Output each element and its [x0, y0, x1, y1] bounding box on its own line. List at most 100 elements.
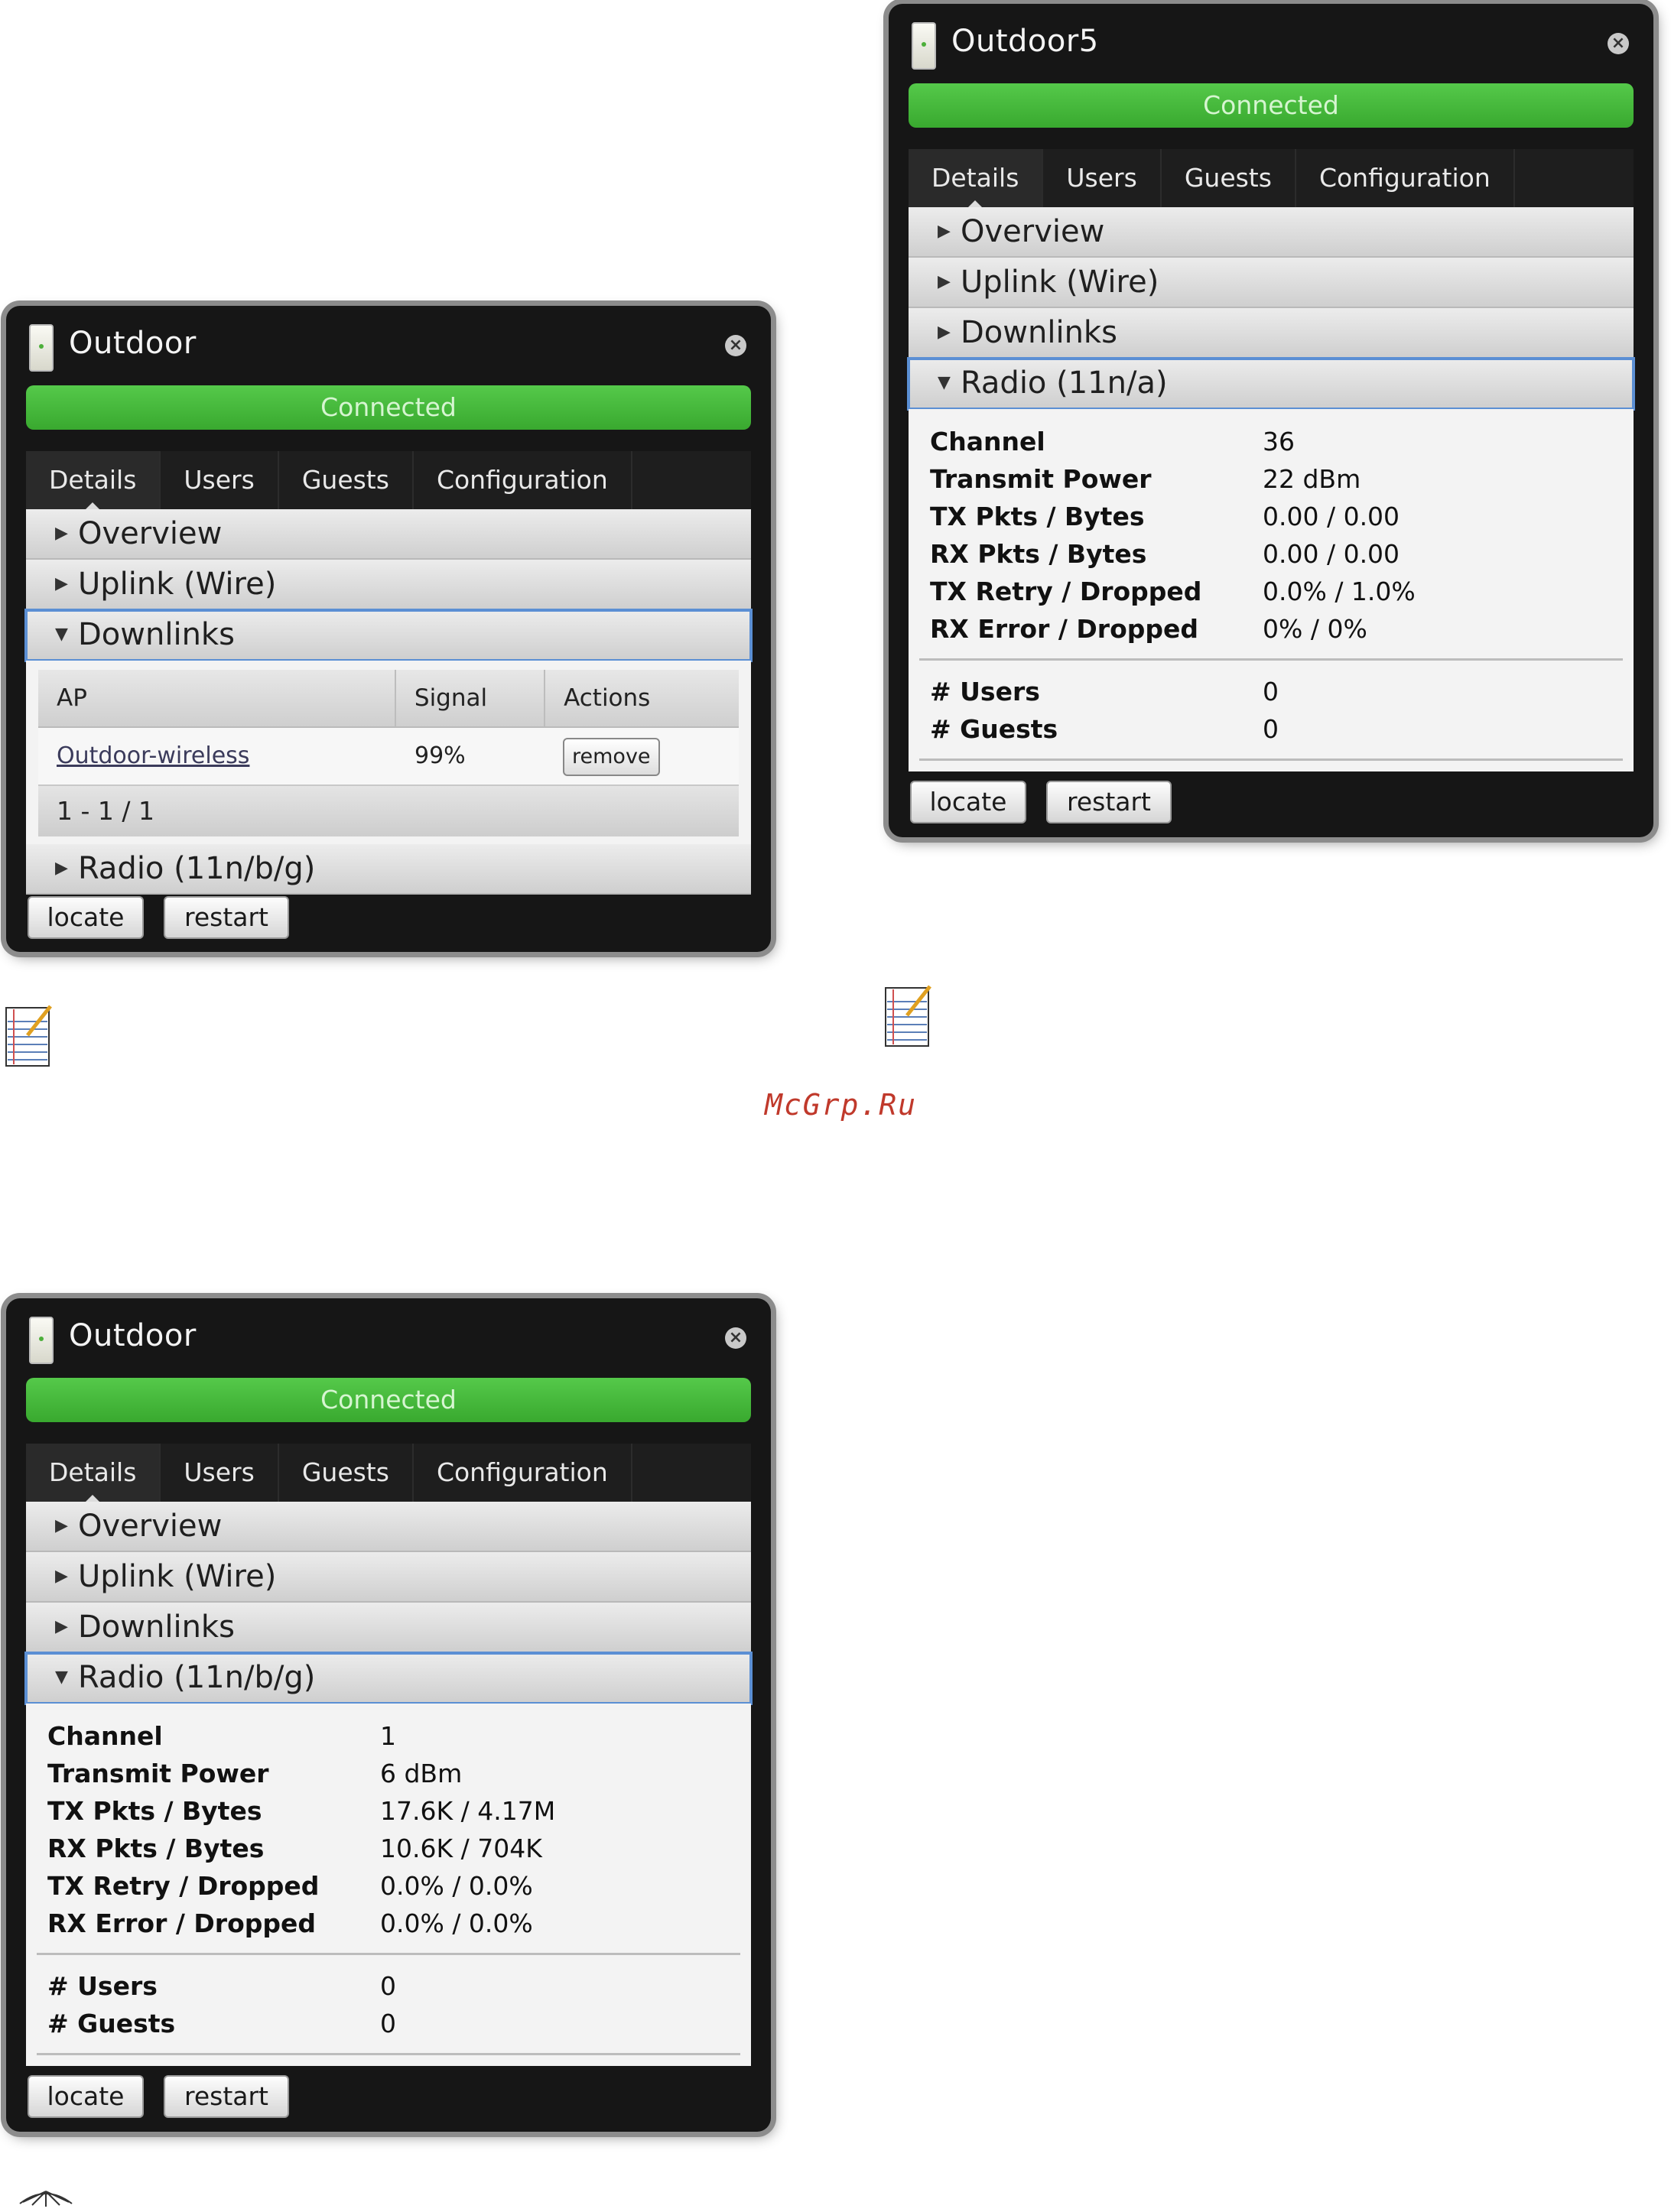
- locate-button[interactable]: locate: [28, 2075, 144, 2118]
- section-overview[interactable]: ▶ Overview: [26, 1502, 751, 1552]
- tab-details[interactable]: Details: [26, 451, 161, 509]
- tab-details[interactable]: Details: [909, 149, 1044, 207]
- restart-button[interactable]: restart: [164, 896, 289, 939]
- section-uplink[interactable]: ▶ Uplink (Wire): [26, 560, 751, 610]
- stat-label: TX Pkts / Bytes: [47, 1796, 262, 1826]
- section-uplink-label: Uplink (Wire): [78, 1559, 277, 1594]
- stat-label: RX Error / Dropped: [47, 1908, 316, 1938]
- status-badge: Connected: [26, 1378, 751, 1422]
- remove-button[interactable]: remove: [563, 738, 660, 776]
- ap-link[interactable]: Outdoor-wireless: [57, 742, 249, 769]
- section-radio[interactable]: ▼ Radio (11n/a): [907, 357, 1635, 411]
- caret-right-icon: ▶: [55, 859, 68, 878]
- restart-button[interactable]: restart: [164, 2075, 289, 2118]
- stat-value: 17.6K / 4.17M: [380, 1796, 556, 1826]
- section-overview-label: Overview: [78, 1509, 223, 1544]
- caret-down-icon: ▼: [938, 373, 951, 392]
- downlinks-table: AP Signal Actions Outdoor-wireless 99% r…: [38, 670, 739, 836]
- signal-value: 99%: [414, 742, 466, 769]
- section-overview[interactable]: ▶ Overview: [26, 509, 751, 560]
- stat-label: Transmit Power: [930, 464, 1152, 494]
- locate-button[interactable]: locate: [28, 896, 144, 939]
- section-downlinks-label: Downlinks: [78, 1609, 235, 1645]
- count-row: # Users 0: [26, 1967, 751, 2005]
- section-downlinks[interactable]: ▶ Downlinks: [909, 308, 1634, 359]
- close-icon[interactable]: ×: [725, 1327, 746, 1349]
- section-downlinks-label: Downlinks: [78, 617, 235, 652]
- divider: [919, 658, 1623, 661]
- section-overview-label: Overview: [961, 214, 1105, 249]
- tab-configuration[interactable]: Configuration: [414, 451, 632, 509]
- device-name: Outdoor: [69, 326, 197, 361]
- stat-row: TX Retry / Dropped 0.0% / 0.0%: [26, 1867, 751, 1905]
- count-label: # Guests: [930, 714, 1058, 744]
- stat-label: Transmit Power: [47, 1759, 269, 1788]
- count-label: # Users: [47, 1971, 158, 2001]
- restart-button[interactable]: restart: [1046, 781, 1172, 823]
- device-name: Outdoor5: [951, 24, 1099, 59]
- tab-guests[interactable]: Guests: [1162, 149, 1296, 207]
- section-overview-label: Overview: [78, 516, 223, 551]
- caret-right-icon: ▶: [938, 222, 951, 241]
- stat-label: RX Pkts / Bytes: [47, 1834, 265, 1863]
- radio-content: Channel 36 Transmit Power 22 dBm TX Pkts /…: [909, 409, 1634, 771]
- section-radio-label: Radio (11n/b/g): [78, 1660, 316, 1695]
- col-signal[interactable]: Signal: [396, 670, 546, 726]
- stat-value: 6 dBm: [380, 1759, 463, 1788]
- tab-users[interactable]: Users: [1043, 149, 1162, 207]
- stat-value: 0.0% / 0.0%: [380, 1908, 533, 1938]
- count-label: # Users: [930, 677, 1040, 706]
- details-accordion: ▶ Overview ▶ Uplink (Wire) ▶ Downlinks ▼ Rad…: [24, 1502, 753, 2066]
- stat-row: RX Pkts / Bytes 10.6K / 704K: [26, 1830, 751, 1867]
- section-downlinks-label: Downlinks: [961, 315, 1117, 350]
- tab-guests[interactable]: Guests: [279, 451, 414, 509]
- col-actions: Actions: [564, 684, 651, 712]
- section-overview[interactable]: ▶ Overview: [909, 207, 1634, 258]
- close-icon[interactable]: ×: [1608, 33, 1629, 54]
- tab-users[interactable]: Users: [161, 451, 279, 509]
- caret-right-icon: ▶: [55, 524, 68, 543]
- watermark: McGrp.Ru: [765, 1088, 918, 1122]
- section-radio-label: Radio (11n/a): [961, 365, 1168, 401]
- close-icon[interactable]: ×: [725, 335, 746, 356]
- col-ap[interactable]: AP: [38, 670, 396, 726]
- section-uplink[interactable]: ▶ Uplink (Wire): [909, 258, 1634, 308]
- stat-label: RX Pkts / Bytes: [930, 539, 1147, 569]
- tab-configuration[interactable]: Configuration: [1296, 149, 1515, 207]
- stat-label: TX Retry / Dropped: [930, 577, 1202, 606]
- count-value: 0: [380, 2009, 396, 2038]
- stat-row: RX Error / Dropped 0.0% / 0.0%: [26, 1905, 751, 1942]
- section-downlinks[interactable]: ▼ Downlinks: [24, 609, 753, 662]
- section-radio-label: Radio (11n/b/g): [78, 851, 316, 886]
- stat-row: RX Pkts / Bytes 0.00 / 0.00: [909, 535, 1634, 573]
- tab-users[interactable]: Users: [161, 1444, 279, 1502]
- section-radio[interactable]: ▶ Radio (11n/b/g): [26, 844, 751, 895]
- section-uplink[interactable]: ▶ Uplink (Wire): [26, 1552, 751, 1603]
- stat-value: 0.0% / 1.0%: [1263, 577, 1416, 606]
- details-accordion: ▶ Overview ▶ Uplink (Wire) ▼ Downlinks AP S…: [24, 509, 753, 895]
- stat-value: 36: [1263, 427, 1295, 456]
- stat-row: TX Pkts / Bytes 17.6K / 4.17M: [26, 1792, 751, 1830]
- section-radio[interactable]: ▼ Radio (11n/b/g): [24, 1652, 753, 1705]
- caret-right-icon: ▶: [938, 272, 951, 291]
- tab-bar: Details Users Guests Configuration: [26, 1444, 751, 1502]
- details-accordion: ▶ Overview ▶ Uplink (Wire) ▶ Downlinks ▼ Rad…: [907, 207, 1635, 771]
- section-downlinks[interactable]: ▶ Downlinks: [26, 1603, 751, 1653]
- stat-value: 10.6K / 704K: [380, 1834, 542, 1863]
- divider: [37, 1953, 740, 1955]
- locate-button[interactable]: locate: [910, 781, 1026, 823]
- caret-right-icon: ▶: [55, 1617, 68, 1636]
- panel-titlebar: Outdoor ×: [6, 306, 771, 385]
- tab-guests[interactable]: Guests: [279, 1444, 414, 1502]
- panel-titlebar: Outdoor5 ×: [889, 4, 1653, 83]
- device-icon: [912, 22, 936, 70]
- caret-down-icon: ▼: [55, 1668, 68, 1687]
- panel-titlebar: Outdoor ×: [6, 1298, 771, 1378]
- section-uplink-label: Uplink (Wire): [78, 567, 277, 602]
- notepad-icon: [885, 985, 931, 1047]
- count-row: # Users 0: [909, 673, 1634, 710]
- status-badge: Connected: [26, 385, 751, 430]
- tab-details[interactable]: Details: [26, 1444, 161, 1502]
- status-badge: Connected: [909, 83, 1634, 128]
- tab-configuration[interactable]: Configuration: [414, 1444, 632, 1502]
